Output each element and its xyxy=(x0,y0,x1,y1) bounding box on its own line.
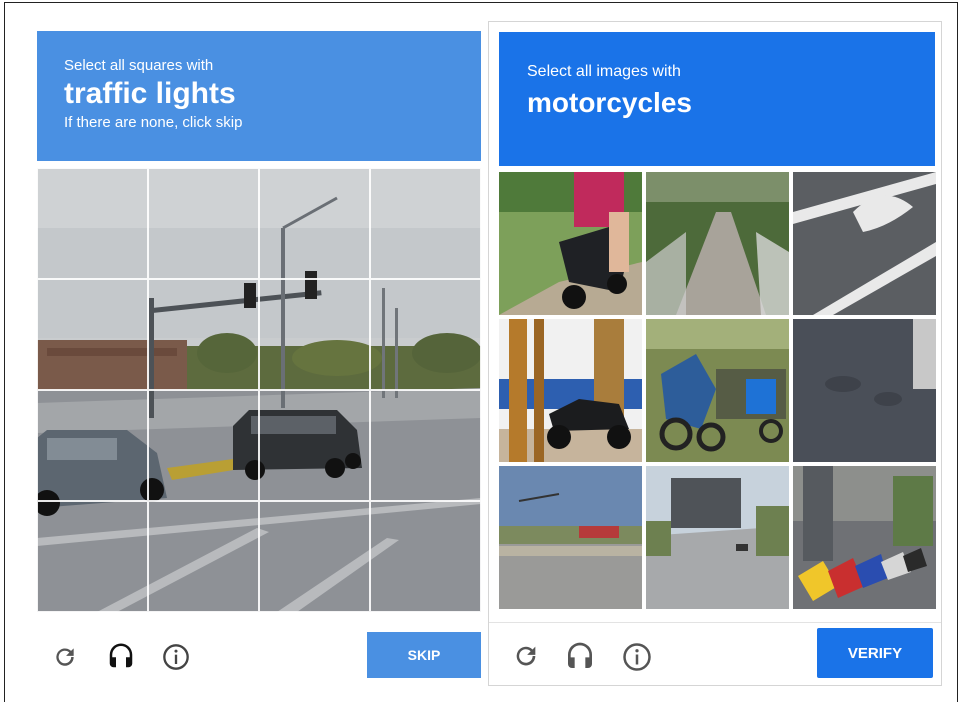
grid-tile[interactable] xyxy=(370,390,481,501)
image-tile[interactable] xyxy=(793,319,936,462)
grid-tile[interactable] xyxy=(37,168,148,279)
motorcycle-image-grid xyxy=(499,172,936,609)
image-tile[interactable] xyxy=(793,466,936,609)
grid-tile[interactable] xyxy=(148,390,259,501)
audio-icon[interactable] xyxy=(563,639,597,673)
grid-tile[interactable] xyxy=(259,501,370,612)
left-captcha-widget: Select all squares with traffic lights I… xyxy=(31,27,486,687)
audio-icon[interactable] xyxy=(105,639,137,673)
left-captcha-footer: SKIP xyxy=(37,625,481,685)
grid-tile[interactable] xyxy=(148,168,259,279)
grid-tile[interactable] xyxy=(148,501,259,612)
left-hint: If there are none, click skip xyxy=(64,114,243,131)
image-tile[interactable] xyxy=(499,172,642,315)
grid-tile[interactable] xyxy=(259,390,370,501)
image-tile[interactable] xyxy=(646,172,789,315)
right-captcha-footer: VERIFY xyxy=(489,622,941,687)
street-image-grid xyxy=(37,168,481,612)
grid-tile[interactable] xyxy=(370,501,481,612)
grid-tile[interactable] xyxy=(37,279,148,390)
grid-tile[interactable] xyxy=(148,279,259,390)
grid-tile[interactable] xyxy=(259,168,370,279)
info-icon[interactable] xyxy=(161,642,191,672)
info-icon[interactable] xyxy=(621,641,653,673)
grid-tile[interactable] xyxy=(370,279,481,390)
right-instruction: Select all images with xyxy=(527,63,681,80)
right-captcha-widget: Select all images with motorcycles VERIF… xyxy=(488,21,942,686)
image-tile[interactable] xyxy=(499,319,642,462)
verify-button[interactable]: VERIFY xyxy=(817,628,933,678)
left-target-label: traffic lights xyxy=(64,77,236,110)
image-tile[interactable] xyxy=(646,319,789,462)
left-captcha-header: Select all squares with traffic lights I… xyxy=(37,31,481,161)
street-tile-grid xyxy=(37,168,481,612)
reload-icon[interactable] xyxy=(51,643,79,671)
grid-tile[interactable] xyxy=(37,390,148,501)
right-target-label: motorcycles xyxy=(527,87,692,118)
right-captcha-header: Select all images with motorcycles xyxy=(499,32,935,166)
image-tile[interactable] xyxy=(499,466,642,609)
skip-button[interactable]: SKIP xyxy=(367,632,481,678)
image-tile[interactable] xyxy=(793,172,936,315)
left-instruction: Select all squares with xyxy=(64,57,214,74)
grid-tile[interactable] xyxy=(37,501,148,612)
reload-icon[interactable] xyxy=(511,641,541,671)
image-tile[interactable] xyxy=(646,466,789,609)
grid-tile[interactable] xyxy=(259,279,370,390)
grid-tile[interactable] xyxy=(370,168,481,279)
